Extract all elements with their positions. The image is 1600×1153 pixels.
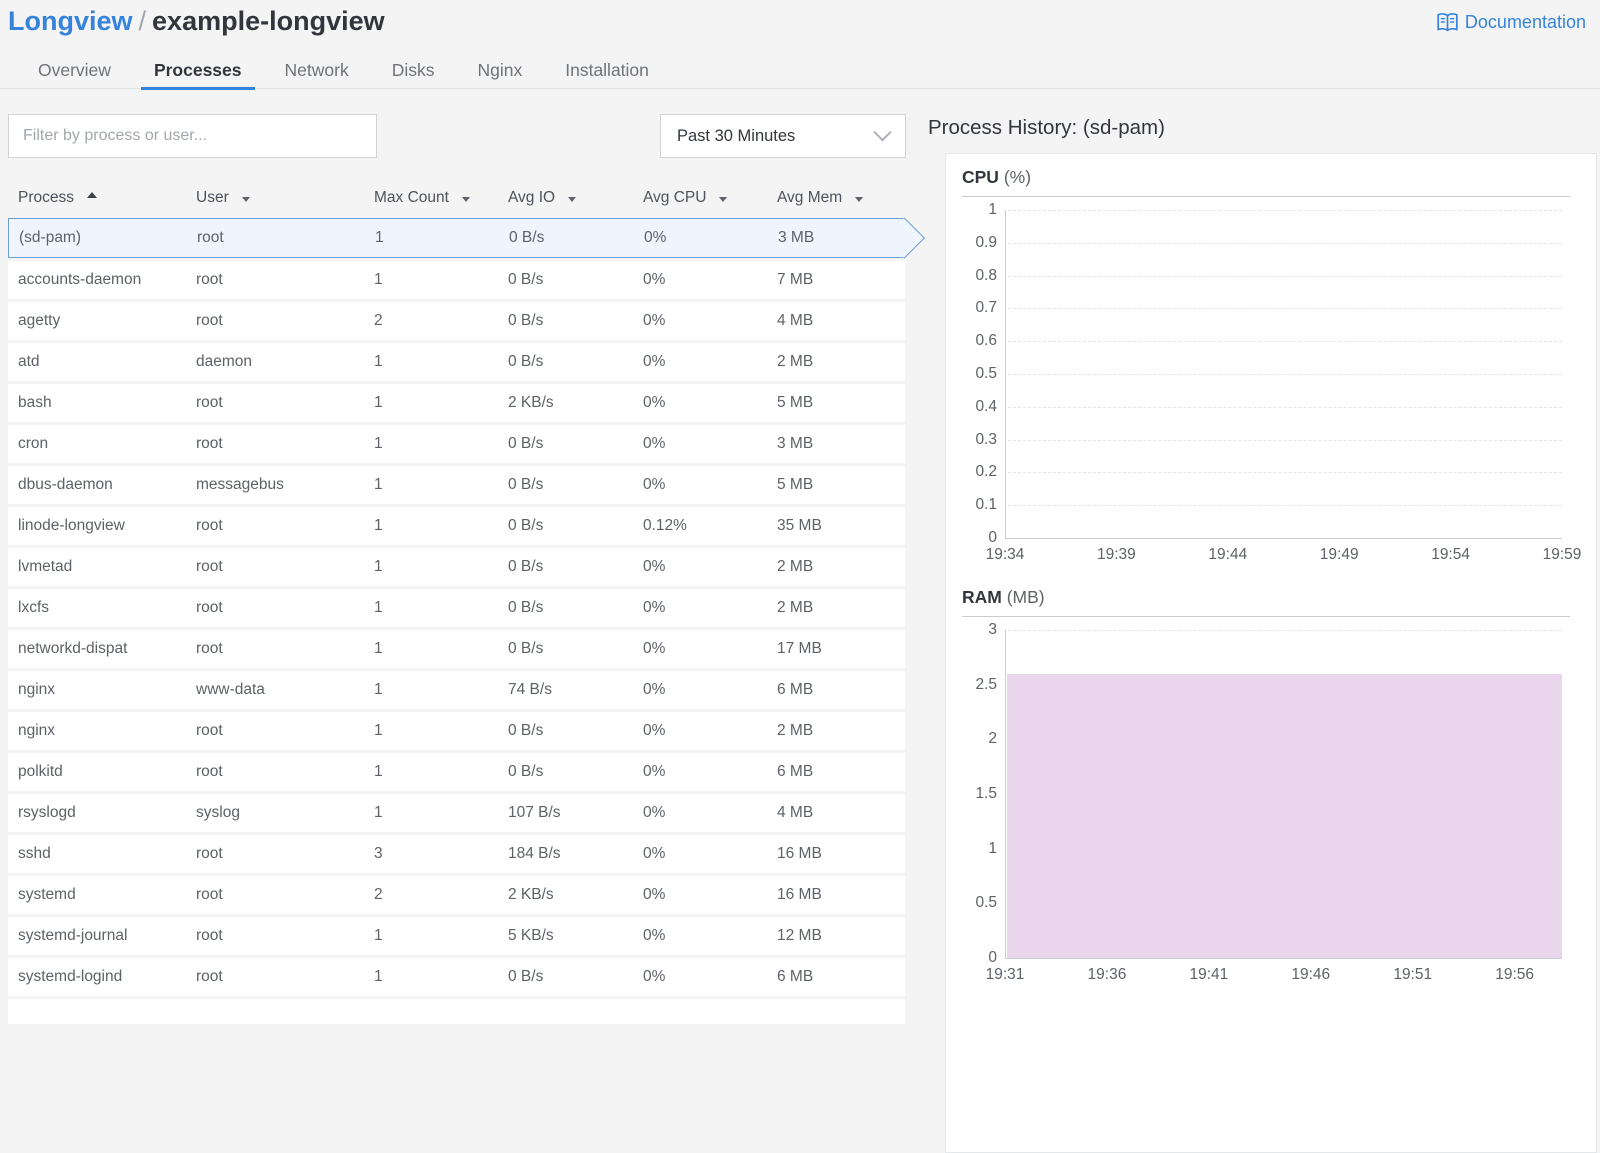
ram-x-tick: 19:36 bbox=[1087, 966, 1127, 983]
cpu-x-axis: 19:34 19:39 19:44 19:49 19:54 19:59 bbox=[986, 539, 1582, 569]
ram-chart: RAM (MB) 3 2.5 2 1.5 1 0.5 0 19:31 19:36… bbox=[962, 587, 1570, 989]
cpu-y-tick: 0.5 bbox=[975, 365, 997, 382]
column-header-avg-io[interactable]: Avg IO bbox=[508, 189, 643, 207]
cpu-x-tick: 19:39 bbox=[1096, 546, 1136, 563]
documentation-label: Documentation bbox=[1464, 12, 1586, 32]
tab-processes[interactable]: Processes bbox=[140, 54, 255, 90]
tab-installation[interactable]: Installation bbox=[552, 54, 662, 89]
breadcrumb-longview-link[interactable]: Longview bbox=[8, 6, 133, 36]
sort-icon bbox=[568, 195, 577, 202]
ram-plot-area: 3 2.5 2 1.5 1 0.5 0 bbox=[975, 621, 1562, 966]
ram-y-tick: 0.5 bbox=[975, 894, 997, 912]
page-title: example-longview bbox=[152, 6, 385, 36]
cpu-y-tick: 0.1 bbox=[975, 496, 997, 514]
cpu-x-tick: 19:44 bbox=[1208, 546, 1248, 563]
process-history-chart-card: CPU (%) 1 0.9 0.8 0.7 0.6 0.5 0.4 0.3 0.… bbox=[945, 153, 1597, 1153]
ram-y-tick: 1.5 bbox=[975, 785, 997, 802]
cpu-x-tick: 19:49 bbox=[1319, 546, 1359, 563]
cpu-y-tick: 0 bbox=[988, 529, 997, 546]
cpu-y-tick: 0.7 bbox=[975, 299, 997, 317]
sort-icon bbox=[719, 195, 728, 202]
ram-x-tick: 19:46 bbox=[1291, 966, 1331, 983]
breadcrumb-separator: / bbox=[138, 6, 147, 36]
cpu-chart: CPU (%) 1 0.9 0.8 0.7 0.6 0.5 0.4 0.3 0.… bbox=[962, 167, 1582, 569]
cpu-x-tick: 19:54 bbox=[1431, 546, 1470, 563]
time-range-value: Past 30 Minutes bbox=[677, 126, 796, 145]
cpu-y-tick: 0.9 bbox=[975, 233, 997, 251]
table-row-linode-longview[interactable]: linode-longview root 1 0 B/s 0.12% 35 MB bbox=[8, 507, 905, 545]
tab-network[interactable]: Network bbox=[272, 54, 362, 89]
ram-chart-title: RAM bbox=[962, 587, 1002, 607]
tab-bar: Overview Processes Network Disks Nginx I… bbox=[0, 54, 1600, 90]
column-header-user[interactable]: User bbox=[196, 189, 374, 207]
cpu-y-tick: 0.3 bbox=[975, 430, 997, 448]
ram-x-tick: 19:41 bbox=[1189, 966, 1229, 983]
process-history-panel: Process History: (sd-pam) CPU (%) 1 0.9 … bbox=[928, 116, 1600, 1153]
table-row-polkitd[interactable]: polkitd root 1 0 B/s 0% 6 MB bbox=[8, 753, 905, 791]
cpu-x-tick: 19:34 bbox=[985, 546, 1025, 563]
process-filter-input[interactable] bbox=[8, 114, 377, 158]
ram-y-tick: 0 bbox=[988, 949, 997, 966]
table-row-sshd[interactable]: sshd root 3 184 B/s 0% 16 MB bbox=[8, 835, 905, 873]
cpu-plot-area: 1 0.9 0.8 0.7 0.6 0.5 0.4 0.3 0.2 0.1 0 bbox=[975, 201, 1562, 546]
column-header-process[interactable]: Process bbox=[18, 189, 196, 207]
table-row-cron[interactable]: cron root 1 0 B/s 0% 3 MB bbox=[8, 425, 905, 463]
table-row-nginx-www-data[interactable]: nginx www-data 1 74 B/s 0% 6 MB bbox=[8, 671, 905, 709]
table-row-systemd-logind[interactable]: systemd-logind root 1 0 B/s 0% 6 MB bbox=[8, 958, 905, 996]
cpu-x-tick: 19:59 bbox=[1542, 546, 1582, 563]
ram-y-tick: 2 bbox=[988, 730, 997, 748]
sort-icon bbox=[855, 195, 864, 202]
table-row-lvmetad[interactable]: lvmetad root 1 0 B/s 0% 2 MB bbox=[8, 548, 905, 586]
cpu-y-tick: 0.2 bbox=[975, 463, 997, 481]
column-header-avg-mem[interactable]: Avg Mem bbox=[777, 189, 905, 207]
cpu-chart-title: CPU bbox=[962, 167, 999, 187]
table-row-dbus-daemon[interactable]: dbus-daemon messagebus 1 0 B/s 0% 5 MB bbox=[8, 466, 905, 504]
table-row-networkd-dispat[interactable]: networkd-dispat root 1 0 B/s 0% 17 MB bbox=[8, 630, 905, 668]
cpu-y-tick: 1 bbox=[988, 201, 997, 218]
tab-disks[interactable]: Disks bbox=[379, 54, 448, 89]
sort-asc-icon bbox=[87, 192, 97, 198]
process-table: Process User Max Count Avg IO Avg CPU Av… bbox=[8, 185, 905, 1024]
table-row-accounts-daemon[interactable]: accounts-daemon root 1 0 B/s 0% 7 MB bbox=[8, 261, 905, 299]
ram-y-tick: 1 bbox=[988, 839, 997, 857]
ram-y-tick: 3 bbox=[988, 621, 997, 638]
cpu-chart-unit: (%) bbox=[1003, 167, 1032, 187]
ram-x-axis: 19:31 19:36 19:41 19:46 19:51 19:56 bbox=[986, 959, 1562, 989]
divider bbox=[962, 196, 1570, 197]
cpu-y-tick: 0.8 bbox=[975, 266, 997, 284]
table-row-sd-pam[interactable]: (sd-pam) root 1 0 B/s 0% 3 MB bbox=[8, 218, 905, 258]
table-row-systemd[interactable]: systemd root 2 2 KB/s 0% 16 MB bbox=[8, 876, 905, 914]
ram-x-tick: 19:31 bbox=[985, 966, 1025, 983]
table-row-lxcfs[interactable]: lxcfs root 1 0 B/s 0% 2 MB bbox=[8, 589, 905, 627]
divider bbox=[962, 616, 1570, 617]
ram-x-tick: 19:56 bbox=[1495, 966, 1535, 983]
ram-y-tick: 2.5 bbox=[975, 675, 997, 693]
sort-icon bbox=[461, 195, 470, 202]
table-row-atd[interactable]: atd daemon 1 0 B/s 0% 2 MB bbox=[8, 343, 905, 381]
tab-nginx[interactable]: Nginx bbox=[464, 54, 535, 89]
table-row-agetty[interactable]: agetty root 2 0 B/s 0% 4 MB bbox=[8, 302, 905, 340]
tab-overview[interactable]: Overview bbox=[25, 54, 124, 89]
column-header-max-count[interactable]: Max Count bbox=[374, 189, 508, 207]
ram-chart-unit: (MB) bbox=[1006, 587, 1045, 607]
cpu-y-tick: 0.6 bbox=[975, 332, 997, 350]
table-row-systemd-journal[interactable]: systemd-journal root 1 5 KB/s 0% 12 MB bbox=[8, 917, 905, 955]
time-range-select[interactable]: Past 30 Minutes bbox=[660, 114, 906, 158]
table-header: Process User Max Count Avg IO Avg CPU Av… bbox=[8, 185, 905, 211]
table-row-bash[interactable]: bash root 1 2 KB/s 0% 5 MB bbox=[8, 384, 905, 422]
table-row-rsyslogd[interactable]: rsyslogd syslog 1 107 B/s 0% 4 MB bbox=[8, 794, 905, 832]
process-history-title: Process History: (sd-pam) bbox=[928, 116, 1165, 139]
sort-icon bbox=[241, 195, 250, 202]
ram-x-tick: 19:51 bbox=[1393, 966, 1433, 983]
documentation-link[interactable]: Documentation bbox=[1434, 11, 1586, 34]
ram-area-series bbox=[1007, 673, 1562, 958]
cpu-y-tick: 0.4 bbox=[975, 397, 997, 415]
column-header-avg-cpu[interactable]: Avg CPU bbox=[643, 189, 777, 207]
table-row-nginx-root[interactable]: nginx root 1 0 B/s 0% 2 MB bbox=[8, 712, 905, 750]
book-icon bbox=[1434, 11, 1461, 34]
chevron-down-icon bbox=[873, 122, 892, 141]
breadcrumb: Longview / example-longview bbox=[8, 6, 385, 37]
table-row-clipped[interactable] bbox=[8, 999, 905, 1024]
